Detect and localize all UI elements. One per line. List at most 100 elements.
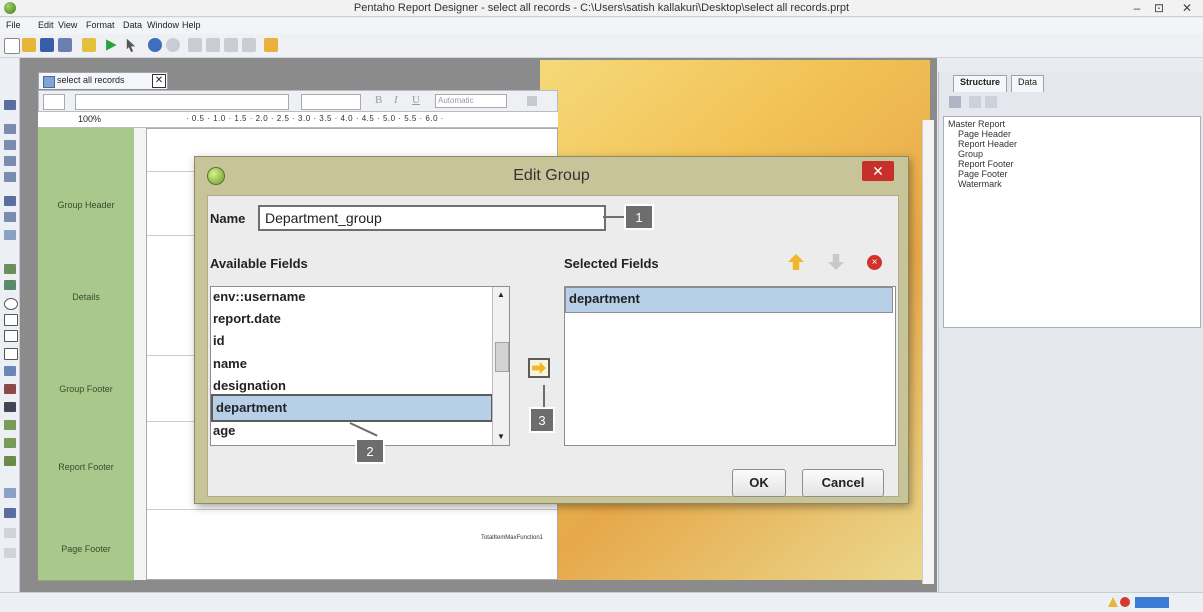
image-field-tool-icon[interactable] (4, 264, 16, 274)
list-item[interactable]: designation (213, 378, 286, 393)
selected-fields-list[interactable]: department (564, 286, 896, 446)
sort-icon[interactable] (949, 96, 961, 108)
scroll-thumb[interactable] (495, 342, 509, 372)
list-item-selected[interactable]: department (565, 287, 893, 313)
pie-sparkline-tool-icon[interactable] (4, 456, 16, 466)
delete-icon[interactable] (242, 38, 256, 52)
run-icon[interactable] (106, 39, 117, 51)
band-group-footer[interactable]: Group Footer (38, 356, 134, 423)
menu-view[interactable]: View (58, 20, 77, 30)
document-tab[interactable]: select all records ✕ (38, 72, 168, 89)
cut-icon[interactable] (188, 38, 202, 52)
select-pointer-icon[interactable] (126, 38, 136, 52)
tree-item-watermark[interactable]: Watermark (958, 179, 1002, 189)
label-tool-icon[interactable] (4, 100, 16, 110)
menu-data[interactable]: Data (123, 20, 142, 30)
band-page-footer[interactable]: Page Footer (38, 510, 134, 581)
canvas-vertical-scrollbar[interactable] (922, 120, 934, 584)
paste-icon[interactable] (224, 38, 238, 52)
save-icon[interactable] (40, 38, 54, 52)
available-list-scrollbar[interactable]: ▲ ▼ (492, 287, 509, 445)
band-group-header[interactable]: Group Header (38, 172, 134, 237)
table-of-contents-tool-icon[interactable] (4, 528, 16, 538)
resource-field-tool-icon[interactable] (4, 212, 16, 222)
open-folder-icon[interactable] (22, 38, 36, 52)
list-item[interactable]: report.date (213, 311, 281, 326)
menu-edit[interactable]: Edit (38, 20, 54, 30)
rectangle-tool-icon[interactable] (4, 314, 18, 326)
underline-button[interactable]: U (412, 94, 420, 106)
list-item[interactable]: id (213, 333, 225, 348)
bold-button[interactable]: B (375, 94, 382, 106)
new-file-icon[interactable] (4, 38, 20, 54)
tree-item-group[interactable]: Group (958, 149, 983, 159)
tab-data[interactable]: Data (1011, 75, 1045, 92)
group-name-input[interactable]: Department_group (258, 205, 606, 231)
scroll-up-arrow-icon[interactable]: ▲ (493, 287, 509, 303)
tree-item-report-header[interactable]: Report Header (958, 139, 1017, 149)
index-tool-icon[interactable] (4, 548, 16, 558)
list-item[interactable]: name (213, 356, 247, 371)
dialog-close-button[interactable]: ✕ (862, 161, 894, 181)
list-item-selected[interactable]: department (211, 394, 493, 422)
warning-icon[interactable] (1108, 597, 1118, 607)
band-tool-icon[interactable] (4, 488, 16, 498)
italic-button[interactable]: I (394, 94, 398, 106)
report-wizard-icon[interactable] (264, 38, 278, 52)
menu-format[interactable]: Format (86, 20, 115, 30)
menu-help[interactable]: Help (182, 20, 201, 30)
band-page-header[interactable] (38, 128, 134, 173)
tree-item-page-footer[interactable]: Page Footer (958, 169, 1008, 179)
zoom-level[interactable]: 100% (78, 114, 101, 124)
remove-field-icon[interactable]: × (867, 255, 882, 270)
list-item[interactable]: age (213, 423, 235, 438)
move-down-icon[interactable] (985, 96, 997, 108)
move-up-icon[interactable] (969, 96, 981, 108)
tab-structure[interactable]: Structure (953, 75, 1008, 92)
minimize-button[interactable]: – (1128, 1, 1146, 15)
tree-item-master-report[interactable]: Master Report (948, 119, 1005, 129)
available-fields-list[interactable]: env::username report.date id name design… (210, 286, 510, 446)
number-field-tool-icon[interactable] (4, 140, 16, 150)
text-field-tool-icon[interactable] (4, 124, 16, 134)
publish-icon[interactable] (58, 38, 72, 52)
move-down-arrow-icon[interactable] (828, 254, 844, 270)
color-select[interactable]: Automatic (435, 94, 507, 108)
ellipse-tool-icon[interactable] (4, 298, 18, 310)
redo-icon[interactable] (166, 38, 180, 52)
band-details[interactable]: Details (38, 236, 134, 357)
document-tab-close-button[interactable]: ✕ (152, 74, 166, 88)
maximize-button[interactable]: ⊡ (1150, 1, 1168, 15)
message-field-tool-icon[interactable] (4, 172, 16, 182)
error-icon[interactable] (1120, 597, 1130, 607)
font-size-select[interactable] (301, 94, 361, 110)
list-item[interactable]: env::username (213, 289, 305, 304)
eye-icon[interactable] (43, 94, 65, 110)
resource-message-tool-icon[interactable] (4, 230, 16, 240)
survey-scale-tool-icon[interactable] (4, 366, 16, 376)
datasource-icon[interactable] (82, 38, 96, 52)
add-field-button[interactable] (528, 358, 550, 378)
undo-icon[interactable] (148, 38, 162, 52)
cancel-button[interactable]: Cancel (802, 469, 884, 497)
bar-sparkline-tool-icon[interactable] (4, 420, 16, 430)
chart-tool-icon[interactable] (4, 384, 16, 394)
image-tool-icon[interactable] (4, 280, 16, 290)
font-family-select[interactable] (75, 94, 289, 110)
window-close-button[interactable]: ✕ (1178, 1, 1196, 15)
align-left-icon[interactable] (527, 96, 537, 106)
page-footer-field[interactable]: TotalItemMaxFunction1 (481, 535, 543, 541)
resource-label-tool-icon[interactable] (4, 196, 16, 206)
copy-icon[interactable] (206, 38, 220, 52)
date-field-tool-icon[interactable] (4, 156, 16, 166)
line-sparkline-tool-icon[interactable] (4, 438, 16, 448)
menu-file[interactable]: File (6, 20, 21, 30)
ok-button[interactable]: OK (732, 469, 786, 497)
vertical-line-tool-icon[interactable] (4, 348, 18, 360)
band-report-footer[interactable]: Report Footer (38, 422, 134, 511)
tree-item-report-footer[interactable]: Report Footer (958, 159, 1014, 169)
move-up-arrow-icon[interactable] (788, 254, 804, 270)
tree-item-page-header[interactable]: Page Header (958, 129, 1011, 139)
memory-usage-bar[interactable] (1135, 597, 1169, 608)
barcode-tool-icon[interactable] (4, 402, 16, 412)
